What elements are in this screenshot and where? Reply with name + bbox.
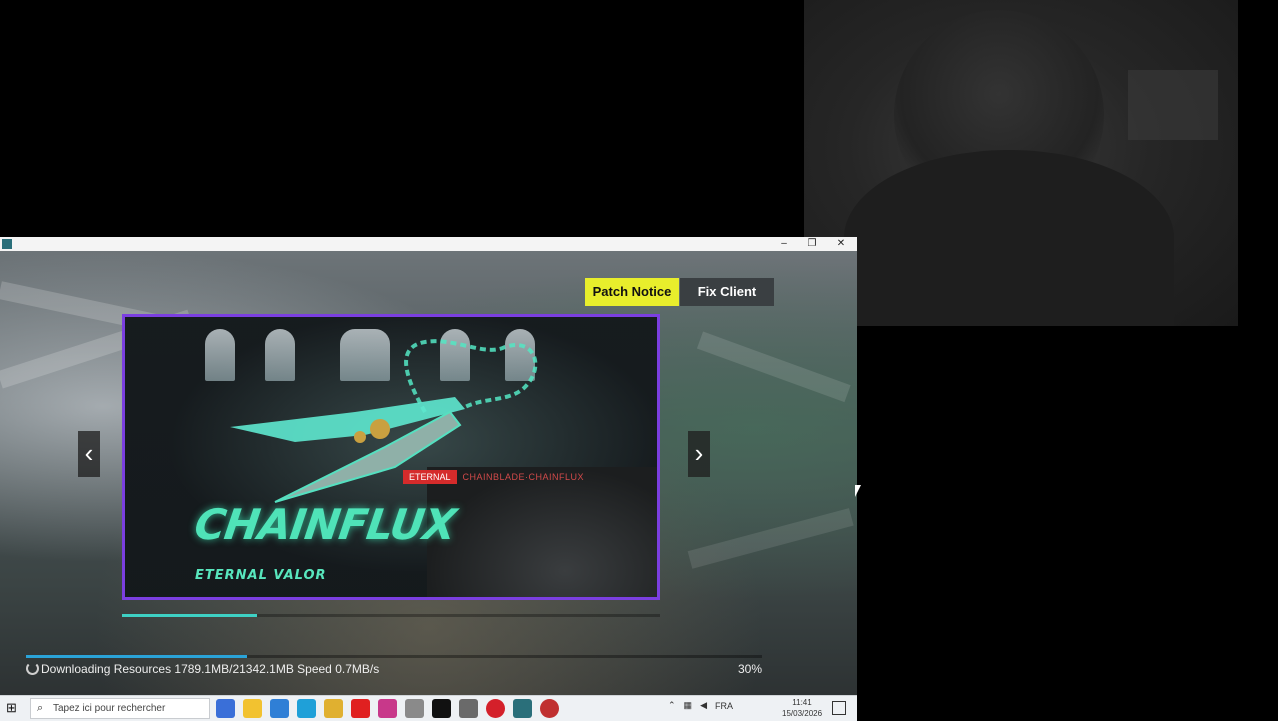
banner-logo: CHAINFLUX xyxy=(191,500,459,549)
edge-icon[interactable] xyxy=(297,699,316,718)
chrome-icon[interactable] xyxy=(324,699,343,718)
system-tray: ⌃ ▦ ◀ FRA xyxy=(668,700,733,711)
app-icon xyxy=(2,239,12,249)
promo-banner[interactable]: ETERNAL CHAINBLADE·CHAINFLUX CHAINFLUX E… xyxy=(122,314,660,600)
loading-spinner-icon xyxy=(26,662,39,675)
volume-icon[interactable]: ◀ xyxy=(700,700,707,711)
opera-icon[interactable] xyxy=(486,699,505,718)
maximize-button[interactable]: ❐ xyxy=(798,237,826,251)
search-icon: ⌕ xyxy=(37,702,44,714)
fix-client-button[interactable]: Fix Client xyxy=(680,278,774,306)
clock-date: 15/03/2026 xyxy=(782,709,823,718)
taskbar-pinned-apps xyxy=(216,699,567,718)
start-button[interactable]: ⊞ xyxy=(6,701,20,715)
youtube-icon[interactable] xyxy=(351,699,370,718)
carousel-next-button[interactable]: › xyxy=(688,431,710,477)
download-percent: 30% xyxy=(737,662,762,676)
banner-subtitle: ETERNAL VALOR xyxy=(195,568,327,583)
download-progress-fill xyxy=(26,655,247,658)
camera-icon[interactable] xyxy=(405,699,424,718)
tray-chevron-icon[interactable]: ⌃ xyxy=(668,700,676,711)
mouse-cursor xyxy=(855,485,861,497)
windows-taskbar: ⊞ ⌕ Tapez ici pour rechercher ⌃ ▦ ◀ FRA … xyxy=(0,695,857,721)
carousel-prev-button[interactable]: ‹ xyxy=(78,431,100,477)
recorder-icon[interactable] xyxy=(540,699,559,718)
download-progress-bar xyxy=(26,655,762,658)
game-launcher-window: – ❐ ✕ Patch Notice Fix Client ‹ › ETERNA… xyxy=(0,237,857,695)
tiktok-icon[interactable] xyxy=(432,699,451,718)
taskbar-search-input[interactable]: ⌕ Tapez ici pour rechercher xyxy=(30,698,210,719)
close-button[interactable]: ✕ xyxy=(827,237,855,251)
clock-time: 11:41 xyxy=(792,698,812,707)
mail-icon[interactable] xyxy=(270,699,289,718)
file-explorer-icon[interactable] xyxy=(243,699,262,718)
chain-blade-illustration xyxy=(230,339,538,503)
download-status-text: Downloading Resources 1789.1MB/21342.1MB… xyxy=(41,662,380,676)
taskbar-search-placeholder: Tapez ici pour rechercher xyxy=(53,703,166,714)
webcam-background-window xyxy=(1128,70,1218,140)
rarity-tag-subtitle: CHAINBLADE·CHAINFLUX xyxy=(462,472,585,482)
taskbar-clock[interactable]: 11:41 15/03/2026 xyxy=(782,697,822,719)
background-streak xyxy=(687,508,854,569)
network-icon[interactable]: ▦ xyxy=(684,700,693,711)
title-bar: – ❐ ✕ xyxy=(0,237,857,251)
minimize-button[interactable]: – xyxy=(770,237,798,251)
task-view-icon[interactable] xyxy=(216,699,235,718)
microphone-icon[interactable] xyxy=(459,699,478,718)
rarity-tag-label: ETERNAL xyxy=(403,470,457,484)
launcher-content: Patch Notice Fix Client ‹ › ETERNAL CHAI… xyxy=(0,251,857,695)
banner-slide-progress xyxy=(122,614,660,617)
background-streak xyxy=(696,331,851,403)
notification-icon[interactable] xyxy=(832,701,846,715)
webcam-person-body xyxy=(844,150,1174,326)
banner-slide-progress-fill xyxy=(122,614,257,617)
download-status-row: Downloading Resources 1789.1MB/21342.1MB… xyxy=(26,661,762,677)
rarity-tag: ETERNAL CHAINBLADE·CHAINFLUX xyxy=(403,470,584,484)
game-launcher-icon[interactable] xyxy=(513,699,532,718)
tray-language[interactable]: FRA xyxy=(715,701,733,711)
webcam-overlay xyxy=(804,0,1238,326)
instagram-icon[interactable] xyxy=(378,699,397,718)
patch-notice-button[interactable]: Patch Notice xyxy=(585,278,679,306)
